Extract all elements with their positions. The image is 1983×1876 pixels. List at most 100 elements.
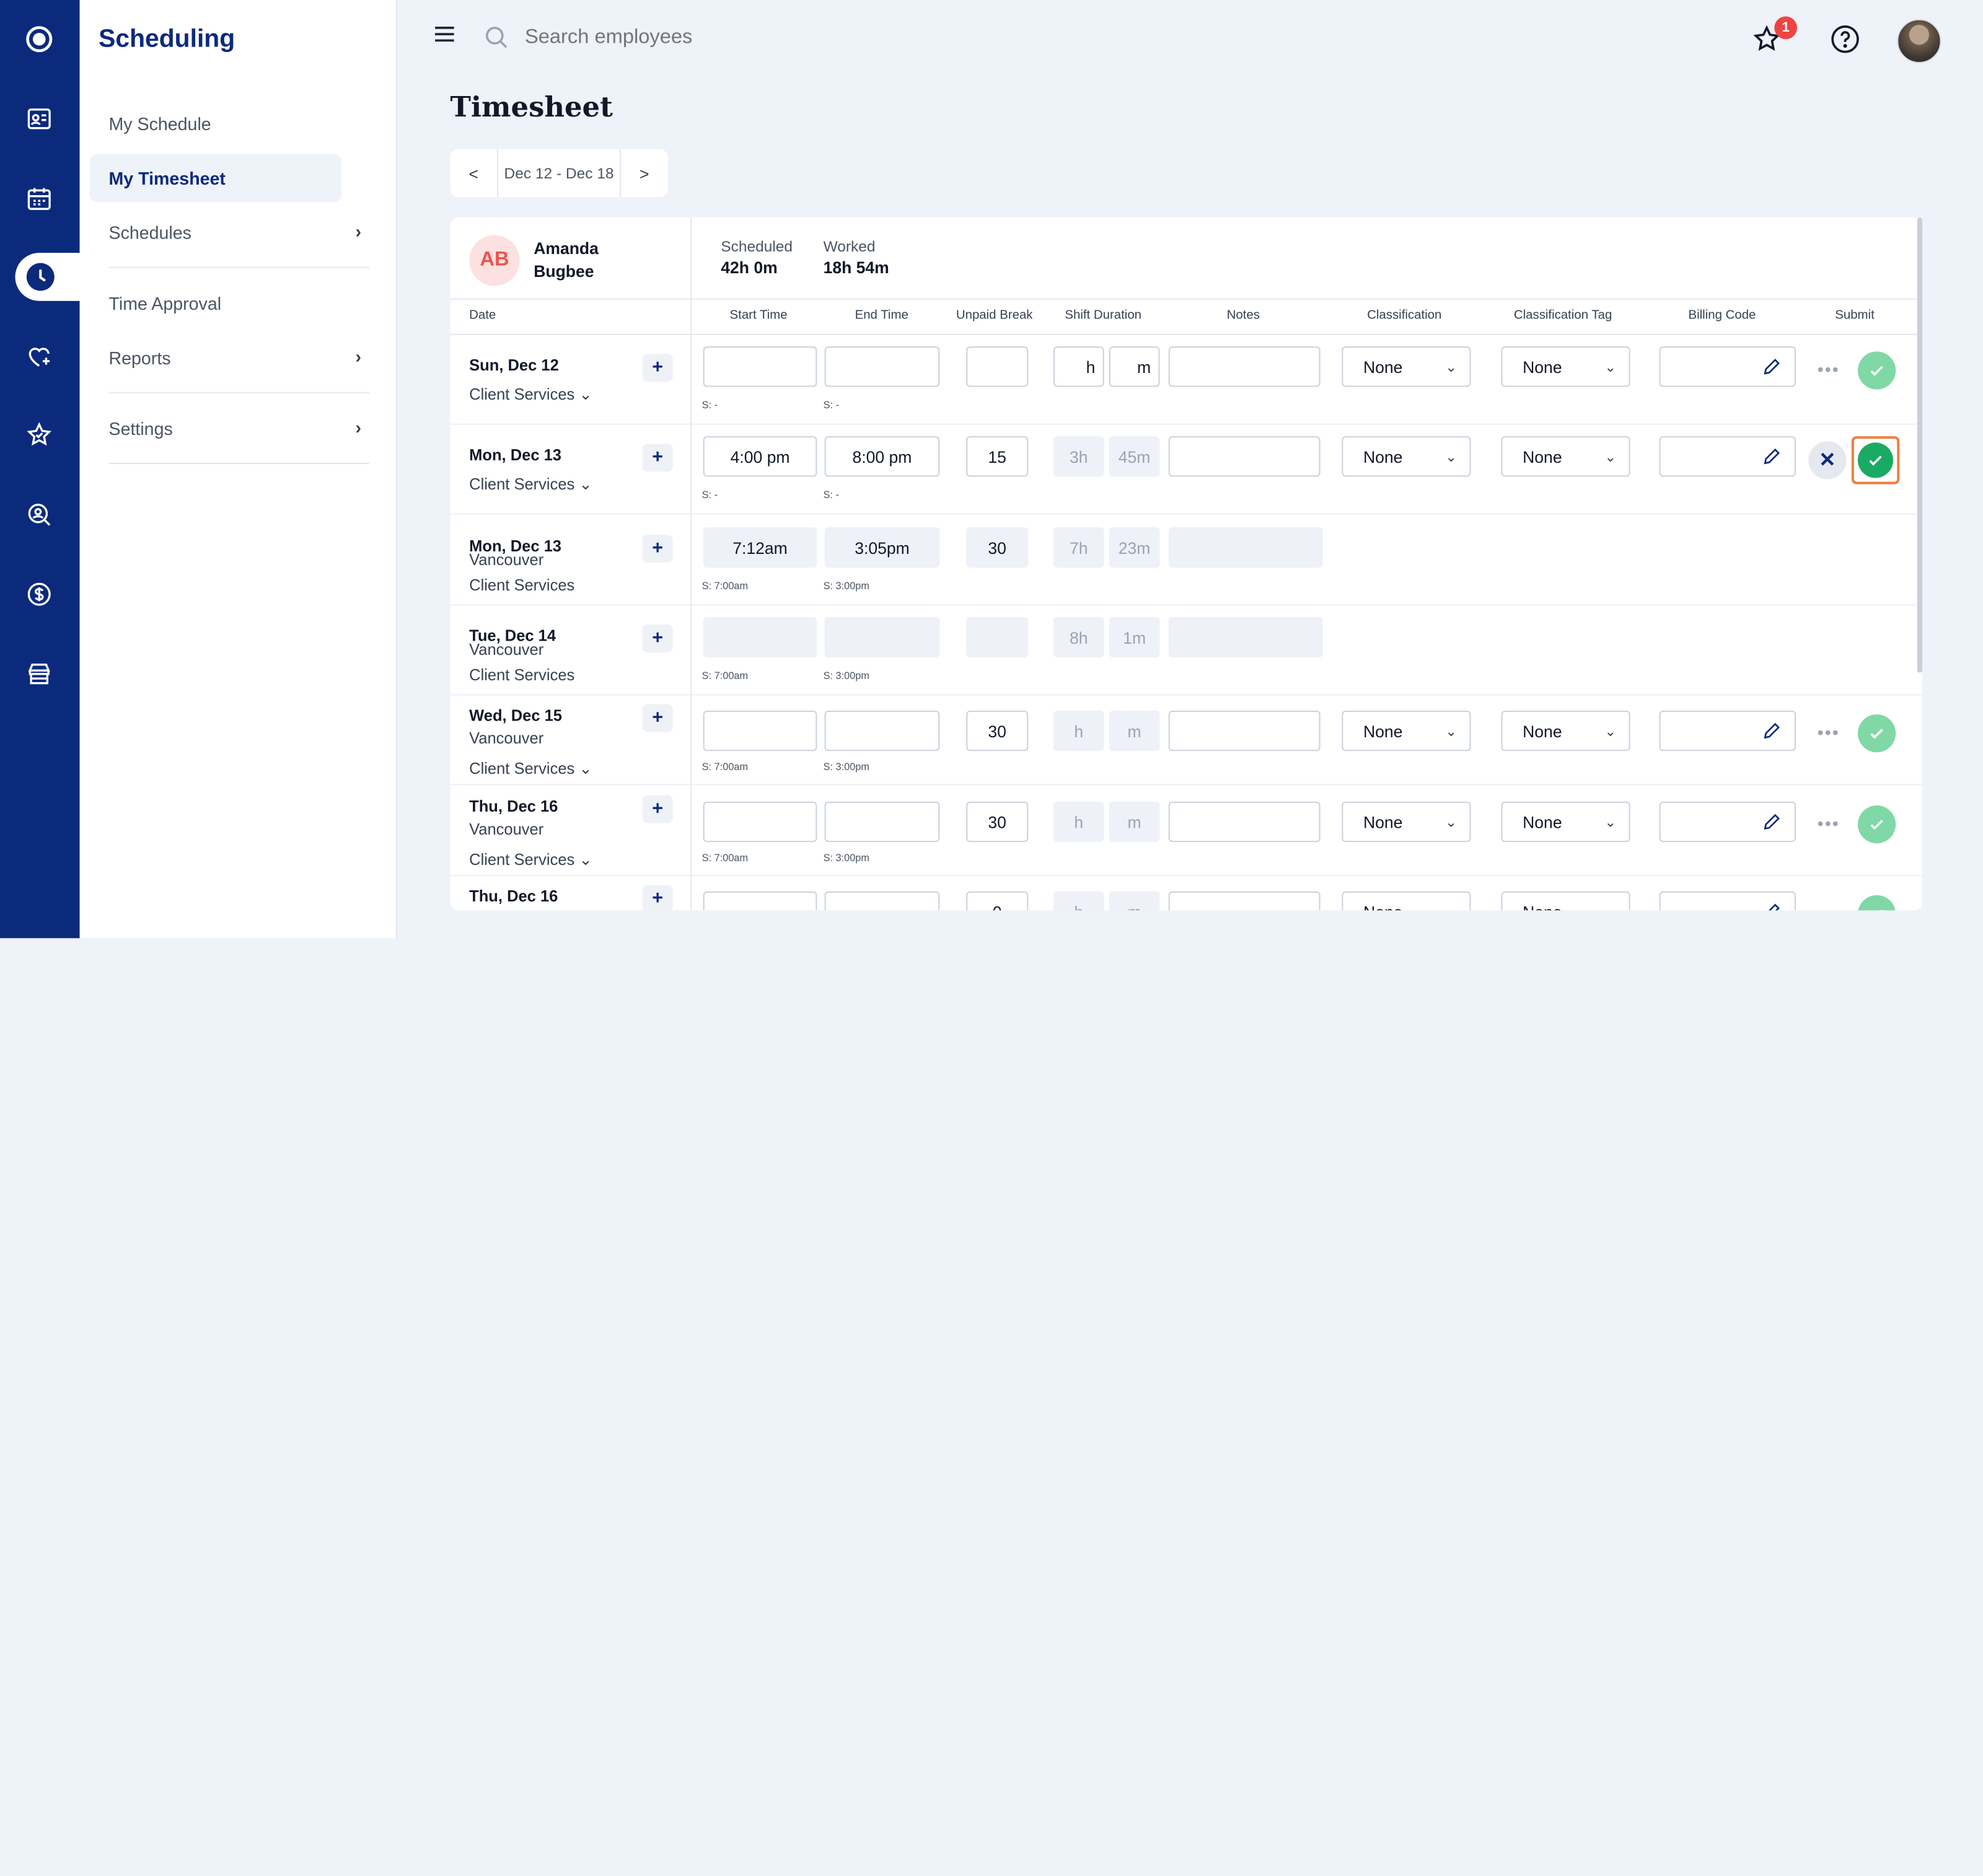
add-shift-button[interactable]: +: [642, 704, 673, 732]
dept-dropdown[interactable]: Client Services ⌄: [469, 384, 592, 403]
table-row: Thu, Dec 16 + 0 h m None⌄ None⌄: [451, 875, 1923, 911]
submit-button-focused[interactable]: [1851, 436, 1900, 484]
add-shift-button[interactable]: +: [642, 795, 673, 823]
row-department: Client Services: [469, 666, 575, 685]
break-input[interactable]: 15: [966, 436, 1029, 477]
classification-tag-select[interactable]: None⌄: [1501, 710, 1630, 752]
billing-code-input[interactable]: [1659, 346, 1796, 387]
classification-tag-select[interactable]: None⌄: [1501, 891, 1630, 911]
calendar-icon[interactable]: [20, 180, 58, 217]
classification-select[interactable]: None⌄: [1342, 346, 1471, 387]
scheduled-start: S: -: [701, 489, 718, 501]
submit-button[interactable]: [1857, 714, 1896, 753]
duration-minutes-input[interactable]: m: [1109, 346, 1160, 387]
add-shift-button[interactable]: +: [642, 444, 673, 472]
notes: [1168, 616, 1323, 658]
search-bar: [483, 24, 905, 51]
end-time-input[interactable]: [824, 891, 940, 911]
duration-hours-input[interactable]: h: [1053, 346, 1104, 387]
billing-code-input[interactable]: [1659, 436, 1796, 477]
clock-icon: [26, 263, 55, 291]
classification-select[interactable]: None⌄: [1342, 436, 1471, 477]
scheduled-end: S: 3:00pm: [823, 670, 869, 682]
scheduled-stat: Scheduled 42h 0m: [721, 237, 793, 277]
start-time-input[interactable]: [703, 891, 817, 911]
pencil-icon: [1764, 813, 1780, 830]
classification-tag-select[interactable]: None⌄: [1501, 436, 1630, 477]
notes-input[interactable]: [1168, 710, 1321, 752]
row-department: Client Services: [469, 576, 575, 595]
end-time-input[interactable]: 8:00 pm: [824, 436, 940, 477]
dept-dropdown[interactable]: Client Services ⌄: [469, 474, 592, 493]
billing-code-input[interactable]: [1659, 801, 1796, 843]
classification-select[interactable]: None⌄: [1342, 801, 1471, 843]
scheduled-start: S: 7:00am: [701, 670, 749, 682]
help-icon[interactable]: [1830, 24, 1860, 61]
dept-dropdown[interactable]: Client Services ⌄: [469, 758, 592, 778]
duration-hours: h: [1053, 801, 1104, 843]
nav-my-schedule[interactable]: My Schedule: [109, 114, 211, 134]
col-billing-code: Billing Code: [1688, 308, 1756, 323]
break-input[interactable]: 0: [966, 891, 1029, 911]
classification-tag-select[interactable]: None⌄: [1501, 346, 1630, 387]
add-shift-button[interactable]: +: [642, 885, 673, 911]
duration-minutes: 1m: [1109, 616, 1160, 658]
break-input[interactable]: 30: [966, 710, 1029, 752]
start-time-input[interactable]: [703, 710, 817, 752]
notes-input[interactable]: [1168, 346, 1321, 387]
next-week-button[interactable]: >: [621, 164, 668, 183]
more-options-icon[interactable]: •••: [1818, 722, 1840, 742]
add-shift-button[interactable]: +: [642, 625, 673, 653]
end-time-input[interactable]: [824, 801, 940, 843]
add-shift-button[interactable]: +: [642, 354, 673, 382]
nav-reports[interactable]: Reports: [109, 348, 171, 368]
billing-code-input[interactable]: [1659, 891, 1796, 911]
prev-week-button[interactable]: <: [451, 164, 498, 183]
cancel-button[interactable]: ✕: [1808, 441, 1847, 480]
dept-dropdown[interactable]: Client Services ⌄: [469, 849, 592, 869]
billing-code-input[interactable]: [1659, 710, 1796, 752]
id-card-icon[interactable]: [20, 100, 58, 138]
end-time-input[interactable]: [824, 346, 940, 387]
start-time-input[interactable]: 4:00 pm: [703, 436, 817, 477]
dollar-icon[interactable]: [20, 576, 58, 613]
star-check-icon[interactable]: [20, 416, 58, 454]
check-icon: [1870, 366, 1883, 376]
end-time: 3:05pm: [824, 527, 940, 568]
notes-input[interactable]: [1168, 801, 1321, 843]
classification-select[interactable]: None⌄: [1342, 891, 1471, 911]
end-time: [824, 616, 940, 658]
notes-input[interactable]: [1168, 891, 1321, 911]
search-user-icon[interactable]: [20, 496, 58, 533]
start-time-input[interactable]: [703, 801, 817, 843]
menu-icon[interactable]: [434, 25, 455, 50]
table-row: Sun, Dec 12 Client Services ⌄ + h m None…: [450, 333, 1923, 425]
classification-tag-select[interactable]: None⌄: [1501, 801, 1630, 843]
notes-input[interactable]: [1168, 436, 1321, 477]
break-input[interactable]: [966, 346, 1029, 387]
store-icon[interactable]: [20, 655, 58, 693]
submit-button[interactable]: [1857, 351, 1896, 390]
nav-settings[interactable]: Settings: [109, 419, 173, 439]
submit-button[interactable]: [1857, 895, 1896, 911]
nav-schedules[interactable]: Schedules: [109, 222, 191, 243]
nav-time-approval[interactable]: Time Approval: [109, 293, 222, 313]
search-input[interactable]: [524, 25, 905, 49]
timesheet-card: AB Amanda Bugbee Scheduled 42h 0m Worked 1…: [450, 217, 1923, 911]
break-input[interactable]: 30: [966, 801, 1029, 843]
heart-plus-icon[interactable]: [20, 338, 58, 375]
nav-my-timesheet[interactable]: My Timesheet: [89, 154, 342, 203]
end-time-input[interactable]: [824, 710, 940, 752]
user-avatar[interactable]: [1897, 19, 1941, 64]
more-options-icon[interactable]: •••: [1818, 813, 1840, 833]
date-range-label[interactable]: Dec 12 - Dec 18: [497, 149, 622, 198]
start-time-input[interactable]: [703, 346, 817, 387]
duration-minutes: 45m: [1109, 436, 1160, 477]
classification-select[interactable]: None⌄: [1342, 710, 1471, 752]
submit-button[interactable]: [1857, 805, 1896, 844]
search-icon: [486, 27, 508, 48]
scrollbar[interactable]: [1917, 217, 1923, 673]
add-shift-button[interactable]: +: [642, 535, 673, 563]
logo-icon[interactable]: [20, 20, 58, 58]
more-options-icon[interactable]: •••: [1818, 359, 1840, 380]
